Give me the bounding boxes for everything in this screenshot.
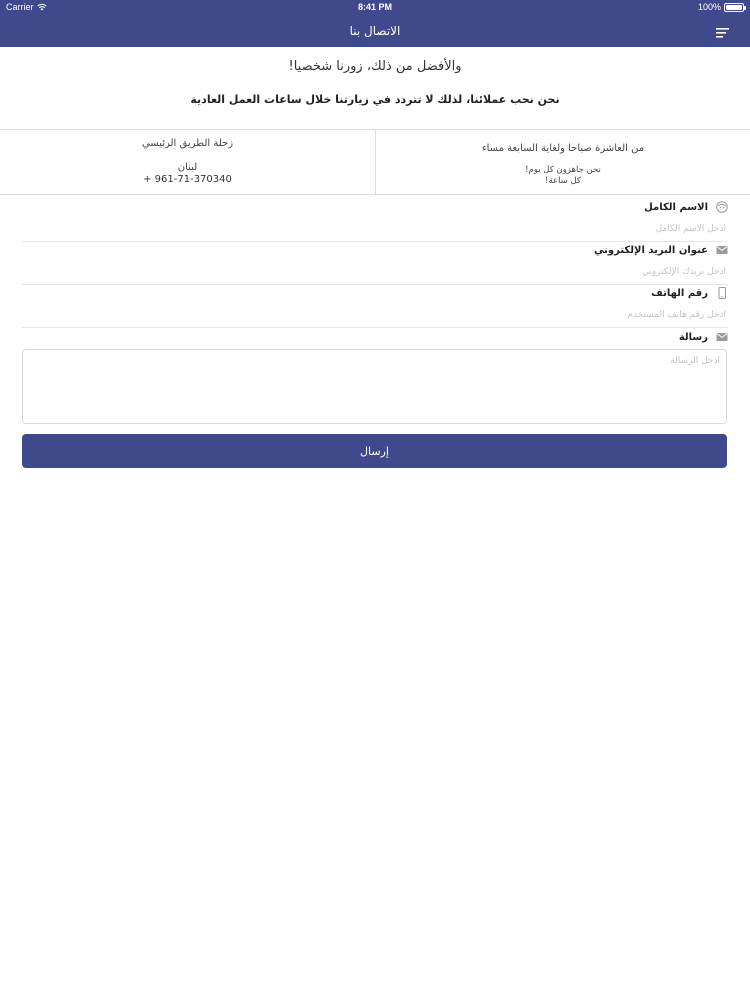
intro-headline: والأفضل من ذلك، زورنا شخصيا!	[288, 59, 462, 74]
field-underline	[22, 327, 728, 328]
page-title: الاتصال بنا	[349, 24, 401, 38]
full-name-field: الاسم الكامل	[22, 201, 728, 243]
menu-icon	[716, 28, 729, 38]
battery-percent: 100%	[697, 2, 721, 12]
status-time: 8:41 PM	[357, 2, 392, 12]
battery-icon	[724, 2, 746, 12]
send-button[interactable]: إرسال	[22, 434, 727, 468]
intro-subtext: نحن نحب عملائنا، لذلك لا تتردد في زيارتن…	[190, 93, 560, 106]
field-underline	[22, 241, 728, 242]
phone-field: رقم الهاتف	[22, 287, 728, 329]
status-bar: Carrier 8:41 PM 100%	[0, 0, 750, 16]
message-field: رسالة	[22, 331, 728, 347]
message-textarea[interactable]	[22, 349, 727, 424]
field-underline	[22, 284, 728, 285]
country: لبنان	[177, 162, 198, 173]
phone-input[interactable]	[22, 307, 728, 323]
phone-label: رقم الهاتف	[651, 287, 708, 299]
opening-hours: من العاشرة صباحا ولغاية السابعة مساء	[481, 143, 645, 154]
battery-fill	[726, 4, 742, 10]
street-address: زحلة الطريق الرئيسي	[141, 138, 234, 149]
email-field: عنوان البريد الإلكتروني	[22, 244, 728, 286]
envelope-icon	[716, 246, 728, 254]
nav-bar: الاتصال بنا	[0, 16, 750, 47]
battery-indicator: 100%	[697, 2, 746, 12]
person-face-icon	[716, 201, 728, 213]
intro-section: والأفضل من ذلك، زورنا شخصيا! نحن نحب عمل…	[0, 47, 750, 129]
full-name-label: الاسم الكامل	[644, 201, 708, 213]
envelope-icon	[716, 333, 728, 341]
hours-info: من العاشرة صباحا ولغاية السابعة مساء نحن…	[376, 130, 750, 194]
menu-button[interactable]	[714, 24, 730, 38]
full-name-input[interactable]	[22, 221, 728, 237]
mobile-phone-icon	[718, 287, 726, 299]
ready-every-day: نحن جاهزون كل يوم!	[525, 165, 601, 175]
email-label: عنوان البريد الإلكتروني	[594, 244, 708, 256]
every-hour: كل ساعة!	[545, 176, 581, 186]
email-input[interactable]	[22, 264, 728, 280]
phone-number[interactable]: + 961-71-370340	[0, 174, 375, 185]
message-label: رسالة	[678, 331, 708, 343]
location-info: زحلة الطريق الرئيسي لبنان + 961-71-37034…	[0, 130, 375, 194]
contact-info-row: زحلة الطريق الرئيسي لبنان + 961-71-37034…	[0, 129, 750, 195]
